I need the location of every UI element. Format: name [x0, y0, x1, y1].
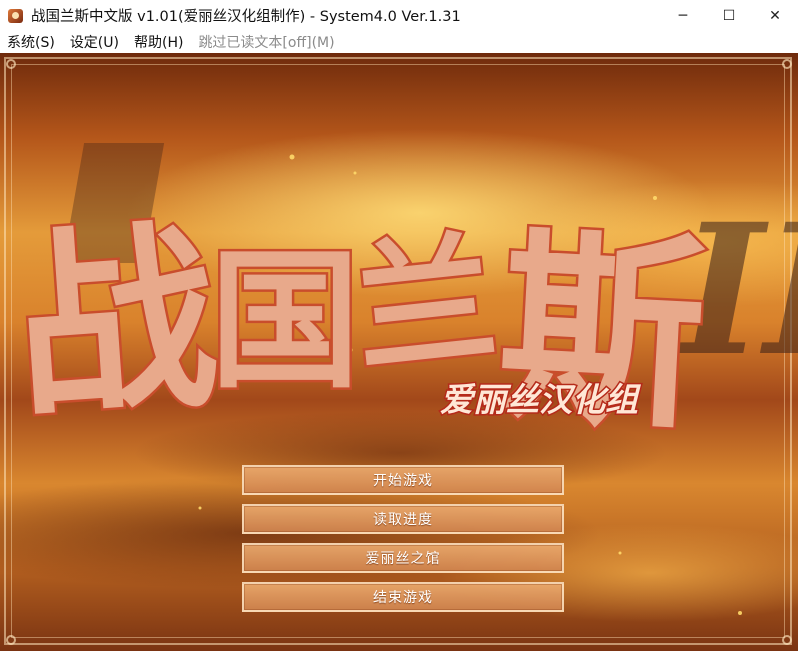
menu-skip-read-text[interactable]: 跳过已读文本[off](M) — [191, 32, 342, 52]
menu-help[interactable]: 帮助(H) — [127, 32, 191, 52]
logo-char-3: 兰 — [347, 216, 503, 394]
logo-char-1: 战 — [8, 199, 224, 447]
maximize-button[interactable]: ☐ — [706, 0, 752, 31]
menu-bar: 系统(S) 设定(U) 帮助(H) 跳过已读文本[off](M) — [0, 31, 798, 53]
close-button[interactable]: ✕ — [752, 0, 798, 31]
logo-subtitle: 爱丽丝汉化组 — [440, 380, 641, 419]
game-app-icon[interactable] — [8, 8, 24, 24]
quit-game-button[interactable]: 结束游戏 — [242, 582, 564, 612]
window-title: 战国兰斯中文版 v1.01(爱丽丝汉化组制作) - System4.0 Ver.… — [31, 9, 461, 25]
alice-hall-button[interactable]: 爱丽丝之馆 — [242, 543, 564, 573]
start-game-button[interactable]: 开始游戏 — [242, 465, 564, 495]
minimize-icon: ─ — [678, 7, 688, 24]
close-icon: ✕ — [769, 7, 781, 24]
game-title-screen[interactable]: III 战 国 兰 斯 爱丽丝汉化组 开始游戏 读取进度 爱丽丝之馆 结束游戏 — [0, 53, 798, 651]
logo-char-2: 国 — [210, 233, 360, 409]
menu-system[interactable]: 系统(S) — [0, 32, 63, 52]
load-game-button[interactable]: 读取进度 — [242, 504, 564, 534]
menu-settings[interactable]: 设定(U) — [63, 32, 127, 52]
minimize-button[interactable]: ─ — [660, 0, 706, 31]
window-title-bar[interactable]: 战国兰斯中文版 v1.01(爱丽丝汉化组制作) - System4.0 Ver.… — [0, 0, 798, 31]
logo-char-4: 斯 — [493, 207, 710, 457]
maximize-icon: ☐ — [722, 7, 736, 24]
